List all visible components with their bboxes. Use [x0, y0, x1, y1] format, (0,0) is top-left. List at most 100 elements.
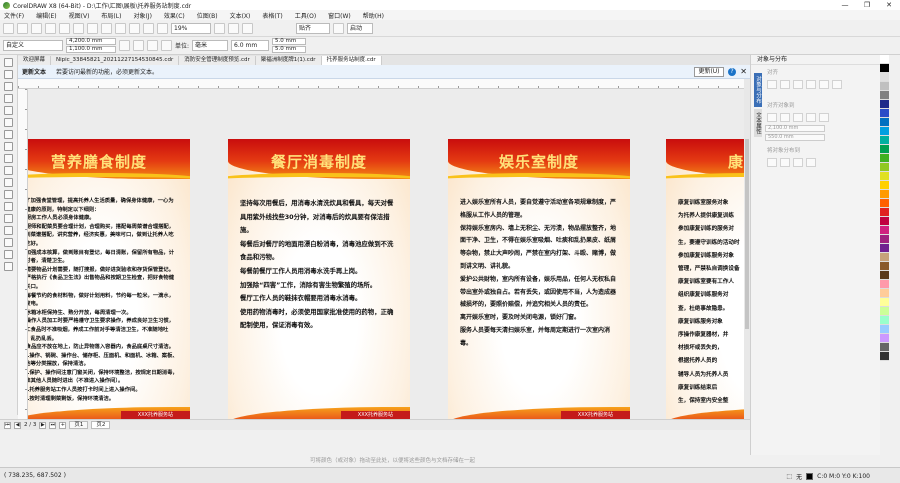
palette-swatch[interactable]: [880, 100, 889, 109]
horizontal-ruler[interactable]: [18, 79, 750, 89]
tab-welcome[interactable]: 欢迎屏幕: [18, 56, 52, 65]
launch-dropdown[interactable]: 启动: [347, 22, 373, 34]
import-icon[interactable]: [129, 22, 140, 34]
palette-swatch[interactable]: [880, 325, 889, 334]
align-center-v-icon[interactable]: [819, 80, 829, 89]
distribute-center-icon[interactable]: [780, 158, 790, 167]
palette-swatch[interactable]: [880, 109, 889, 118]
menu-layout[interactable]: 布局(L): [101, 11, 121, 20]
palette-swatch[interactable]: [880, 271, 889, 280]
shape-tool-icon[interactable]: [4, 70, 13, 79]
new-icon[interactable]: [3, 22, 14, 34]
menu-table[interactable]: 表格(T): [262, 11, 282, 20]
poster-recreation[interactable]: 娱乐室制度 进入娱乐室所有人员，要自觉遵守活动室各项规章制度，严格服从工作人员的…: [448, 139, 630, 419]
current-page-icon[interactable]: [161, 40, 172, 51]
menu-object[interactable]: 对象(J): [133, 11, 151, 20]
help-icon[interactable]: ?: [728, 68, 736, 76]
all-pages-icon[interactable]: [147, 40, 158, 51]
width-field[interactable]: 2,100.0 mm: [765, 125, 825, 132]
vertical-ruler[interactable]: [18, 89, 28, 419]
page-preset-select[interactable]: 自定义: [3, 40, 63, 51]
palette-swatch[interactable]: [880, 244, 889, 253]
palette-swatch[interactable]: [880, 73, 889, 82]
grid-icon[interactable]: [242, 22, 253, 34]
cut-icon[interactable]: [59, 22, 70, 34]
palette-swatch[interactable]: [880, 118, 889, 127]
copy-icon[interactable]: [73, 22, 84, 34]
palette-swatch[interactable]: [880, 64, 889, 73]
prev-page-icon[interactable]: ◀: [14, 421, 21, 429]
nudge-distance-field[interactable]: 6.0 mm: [231, 40, 270, 51]
units-select[interactable]: 毫米: [192, 40, 229, 51]
menu-edit[interactable]: 编辑(E): [36, 11, 56, 20]
palette-swatch[interactable]: [880, 298, 889, 307]
zoom-level-select[interactable]: 19%: [171, 22, 211, 34]
options-icon[interactable]: [333, 22, 344, 34]
artistic-media-icon[interactable]: [4, 118, 13, 127]
update-button[interactable]: 更新(U): [694, 67, 724, 77]
landscape-icon[interactable]: [133, 40, 144, 51]
menu-file[interactable]: 文件(F): [4, 11, 24, 20]
close-notice-icon[interactable]: ✕: [740, 67, 747, 77]
tab-align-distribute[interactable]: 对象与分布: [754, 73, 762, 107]
connector-tool-icon[interactable]: [4, 190, 13, 199]
palette-swatch[interactable]: [880, 217, 889, 226]
freehand-tool-icon[interactable]: [4, 106, 13, 115]
menu-tools[interactable]: 工具(O): [295, 11, 316, 20]
close-icon[interactable]: ✕: [878, 0, 900, 10]
rectangle-tool-icon[interactable]: [4, 130, 13, 139]
transparency-tool-icon[interactable]: [4, 214, 13, 223]
grid-align-icon[interactable]: [806, 113, 816, 122]
outline-swatch[interactable]: [806, 473, 814, 480]
duplicate-y-field[interactable]: 5.0 mm: [272, 46, 307, 53]
palette-swatch[interactable]: [880, 307, 889, 316]
palette-swatch[interactable]: [880, 199, 889, 208]
palette-swatch[interactable]: [880, 334, 889, 343]
snap-to-dropdown[interactable]: 贴齐: [296, 22, 330, 34]
menu-effects[interactable]: 效果(C): [164, 11, 185, 20]
drawing-canvas[interactable]: 营养膳食制度 为了加强食堂管理，提高托养人生活质量，确保身体健康，一心为了健康的…: [28, 89, 744, 419]
specified-point-icon[interactable]: [819, 113, 829, 122]
palette-swatch[interactable]: [880, 190, 889, 199]
scroll-thumb[interactable]: [745, 139, 749, 329]
align-bottom-icon[interactable]: [832, 80, 842, 89]
palette-swatch[interactable]: [880, 280, 889, 289]
parallel-dimension-icon[interactable]: [4, 178, 13, 187]
text-tool-icon[interactable]: [4, 166, 13, 175]
align-right-icon[interactable]: [793, 80, 803, 89]
interactive-fill-icon[interactable]: [4, 238, 13, 247]
tab-text-properties[interactable]: 文本属性: [754, 108, 762, 137]
palette-swatch[interactable]: [880, 55, 889, 64]
distribute-space-icon[interactable]: [806, 158, 816, 167]
print-icon[interactable]: [45, 22, 56, 34]
duplicate-x-field[interactable]: 5.0 mm: [272, 38, 307, 45]
menu-help[interactable]: 帮助(H): [363, 11, 384, 20]
palette-swatch[interactable]: [880, 136, 889, 145]
palette-swatch[interactable]: [880, 253, 889, 262]
poster-rehab[interactable]: 康复训练制度 康复训练室服务对象 为托养人提供康复训练 参加康复训练的服务对 生…: [666, 139, 744, 419]
export-icon[interactable]: [143, 22, 154, 34]
publish-pdf-icon[interactable]: [157, 22, 168, 34]
distribute-left-icon[interactable]: [767, 158, 777, 167]
palette-swatch[interactable]: [880, 145, 889, 154]
poster-disinfection[interactable]: 餐厅消毒制度 坚持每次用餐后，用消毒水清洗炊具和餐具，每天对餐具用紫外线找些30…: [228, 139, 410, 419]
palette-swatch[interactable]: [880, 154, 889, 163]
zoom-tool-icon[interactable]: [4, 94, 13, 103]
rulers-icon[interactable]: [228, 22, 239, 34]
tab-fire-safety[interactable]: 消防安全管理制度预览.cdr: [179, 56, 256, 65]
open-icon[interactable]: [17, 22, 28, 34]
palette-swatch[interactable]: [880, 289, 889, 298]
distribute-right-icon[interactable]: [793, 158, 803, 167]
crop-tool-icon[interactable]: [4, 82, 13, 91]
page-edge-icon[interactable]: [780, 113, 790, 122]
poster-nutrition[interactable]: 营养膳食制度 为了加强食堂管理，提高托养人生活质量，确保身体健康，一心为了健康的…: [28, 139, 190, 419]
smart-fill-icon[interactable]: [4, 250, 13, 259]
active-object-icon[interactable]: [767, 113, 777, 122]
palette-swatch[interactable]: [880, 208, 889, 217]
align-top-icon[interactable]: [806, 80, 816, 89]
save-icon[interactable]: [31, 22, 42, 34]
paste-icon[interactable]: [87, 22, 98, 34]
minimize-icon[interactable]: —: [834, 0, 856, 10]
align-center-h-icon[interactable]: [780, 80, 790, 89]
palette-swatch[interactable]: [880, 172, 889, 181]
